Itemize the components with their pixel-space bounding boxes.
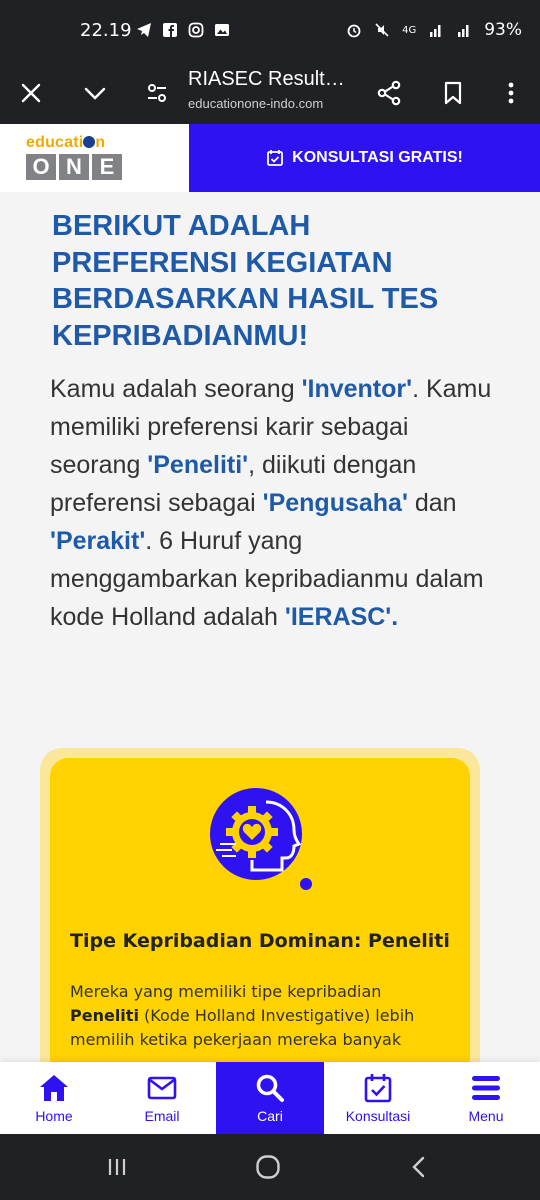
back-button[interactable]	[404, 1152, 434, 1182]
summary-text: .	[391, 603, 399, 631]
share-button[interactable]	[370, 74, 408, 112]
education-one-logo[interactable]: educati n O N E	[26, 134, 136, 184]
system-navigation-bar	[0, 1134, 540, 1200]
nav-label: Home	[35, 1108, 73, 1124]
logo-letters: O N E	[26, 154, 136, 180]
logo-letter: O	[26, 154, 56, 180]
minimize-button[interactable]	[76, 74, 114, 112]
logo-text-start: educati	[26, 134, 84, 151]
recent-apps-button[interactable]	[102, 1152, 132, 1182]
calendar-check-icon	[267, 150, 284, 166]
close-icon	[21, 83, 41, 103]
nav-menu[interactable]: Menu	[432, 1062, 540, 1134]
recent-apps-icon	[108, 1159, 126, 1175]
menu-icon	[469, 1072, 503, 1104]
dominant-type-card: Tipe Kepribadian Dominan: Peneliti Merek…	[50, 758, 470, 1062]
nav-home[interactable]: Home	[0, 1062, 108, 1134]
search-icon	[253, 1072, 287, 1104]
card-description: Mereka yang memiliki tipe kepribadian Pe…	[70, 980, 450, 1052]
logo-wordmark: educati n	[26, 134, 136, 152]
logo-letter: N	[59, 154, 89, 180]
card-title: Tipe Kepribadian Dominan: Peneliti	[70, 930, 450, 952]
status-bar: 22.19 4G 93%	[0, 0, 540, 62]
nav-consultation[interactable]: Konsultasi	[324, 1062, 432, 1134]
main-content: BERIKUT ADALAH PREFERENSI KEGIATAN BERDA…	[0, 192, 540, 1062]
page-url[interactable]: educationone-indo.com	[188, 96, 323, 111]
summary-text: dan	[407, 489, 457, 517]
share-icon	[377, 80, 401, 106]
alarm-icon	[347, 24, 361, 38]
globe-icon	[83, 136, 96, 148]
signal-icon	[430, 25, 441, 37]
mute-icon	[375, 23, 389, 37]
cta-label: KONSULTASI GRATIS!	[292, 149, 463, 166]
bookmark-button[interactable]	[434, 74, 472, 112]
nav-label: Menu	[468, 1108, 504, 1124]
logo-text-end: n	[95, 134, 106, 151]
page-title: RIASEC Result…	[188, 68, 345, 90]
close-tab-button[interactable]	[12, 74, 50, 112]
calendar-check-icon	[361, 1072, 395, 1104]
gallery-icon	[215, 24, 229, 36]
site-settings-button[interactable]	[138, 74, 176, 112]
logo-letter: E	[92, 154, 122, 180]
home-circle-icon	[256, 1155, 280, 1179]
browser-toolbar: RIASEC Result… educationone-indo.com	[0, 62, 540, 124]
nav-label: Konsultasi	[345, 1108, 411, 1124]
battery-level: 93%	[484, 20, 522, 40]
personality-type: 'Inventor'	[301, 375, 413, 403]
result-headline: BERIKUT ADALAH PREFERENSI KEGIATAN BERDA…	[52, 210, 439, 352]
nav-label: Email	[144, 1108, 180, 1124]
nav-email[interactable]: Email	[108, 1062, 216, 1134]
card-type-name: Peneliti	[70, 1006, 139, 1025]
career-preference-1: 'Peneliti'	[147, 451, 249, 479]
instagram-icon	[188, 22, 204, 38]
tune-icon	[148, 84, 166, 102]
nav-search[interactable]: Cari	[216, 1062, 324, 1134]
career-preference-3: 'Perakit'	[50, 527, 146, 555]
chevron-down-icon	[84, 87, 106, 100]
signal-icon-2	[458, 25, 469, 37]
network-label: 4G	[402, 24, 417, 36]
status-time: 22.19	[80, 20, 132, 41]
notification-icons	[136, 22, 230, 38]
email-icon	[145, 1072, 179, 1104]
bottom-navigation: Home Email Cari Konsultasi Menu	[0, 1062, 540, 1134]
free-consultation-button[interactable]: KONSULTASI GRATIS!	[189, 124, 540, 192]
system-status: 4G 93%	[346, 20, 522, 40]
home-system-button[interactable]	[253, 1152, 283, 1182]
more-options-button[interactable]	[492, 74, 530, 112]
telegram-icon	[137, 23, 151, 37]
more-vertical-icon	[508, 82, 514, 104]
facebook-icon	[163, 23, 177, 37]
holland-code: 'IERASC'	[284, 603, 392, 631]
nav-label: Cari	[257, 1108, 283, 1124]
site-header: educati n O N E KONSULTASI GRATIS!	[0, 124, 540, 192]
summary-text: Kamu adalah seorang	[50, 375, 302, 403]
bookmark-icon	[444, 81, 462, 105]
back-chevron-icon	[412, 1156, 425, 1178]
career-preference-2: 'Pengusaha'	[262, 489, 408, 517]
home-icon	[37, 1072, 71, 1104]
card-text: Mereka yang memiliki tipe kepribadian	[70, 982, 382, 1001]
result-summary: Kamu adalah seorang 'Inventor'. Kamu mem…	[50, 370, 495, 636]
head-gear-heart-icon	[210, 788, 312, 890]
